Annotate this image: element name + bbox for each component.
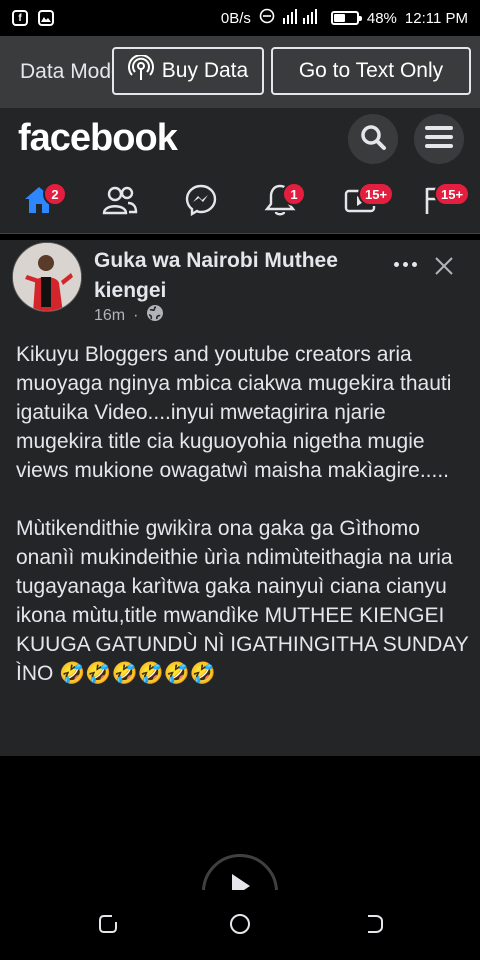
status-left: f <box>12 10 54 26</box>
post-paragraph: Kikuyu Bloggers and youtube creators ari… <box>16 343 458 482</box>
video-player[interactable] <box>0 756 480 890</box>
recent-apps-button[interactable] <box>96 912 120 936</box>
tab-home[interactable]: 2 <box>15 178 67 226</box>
messenger-icon <box>184 183 218 222</box>
feed-post: Guka wa Nairobi Muthee kiengei 16m · Kik… <box>0 240 480 756</box>
status-bar: f 0B/s 48% 12:11 PM <box>0 0 480 36</box>
post-time[interactable]: 16m <box>94 307 125 325</box>
back-button[interactable] <box>362 912 386 936</box>
facebook-icon: f <box>12 10 28 26</box>
tab-watch[interactable]: 15+ <box>336 178 395 226</box>
recent-apps-icon <box>96 915 120 940</box>
home-badge: 2 <box>43 182 67 206</box>
buy-data-button[interactable]: Buy Data <box>112 47 264 95</box>
more-dot <box>411 261 417 267</box>
tab-bar: 2 1 15+ 15+ <box>0 168 480 234</box>
menu-icon <box>425 125 453 154</box>
clock: 12:11 PM <box>404 9 468 27</box>
back-icon <box>362 915 386 940</box>
avatar[interactable] <box>12 242 82 312</box>
meta-separator: · <box>133 306 139 324</box>
text-only-button[interactable]: Go to Text Only <box>271 47 471 95</box>
more-dot <box>402 261 408 267</box>
tab-friends[interactable] <box>96 178 144 226</box>
battery-level <box>333 14 345 22</box>
search-icon <box>359 123 387 156</box>
post-paragraph: Mùtikendithie gwikìra ona gaka ga Gìthom… <box>16 517 475 685</box>
image-icon <box>38 10 54 26</box>
post-meta: 16m · <box>94 304 164 327</box>
friends-icon <box>102 185 138 220</box>
hide-post-button[interactable] <box>430 252 458 280</box>
home-circle-icon <box>228 914 252 940</box>
search-button[interactable] <box>348 114 398 164</box>
tab-marketplace[interactable]: 15+ <box>412 178 471 226</box>
battery-icon <box>330 11 362 25</box>
notifications-badge: 1 <box>282 182 306 206</box>
network-speed: 0B/s <box>220 9 251 27</box>
system-navigation-bar <box>0 890 480 960</box>
signal-icon <box>282 8 323 28</box>
buy-data-label: Buy Data <box>161 59 249 82</box>
post-author[interactable]: Guka wa Nairobi Muthee kiengei <box>94 246 384 306</box>
tab-notifications[interactable]: 1 <box>256 178 306 226</box>
more-options-button[interactable] <box>388 252 422 276</box>
marketplace-badge: 15+ <box>434 182 471 206</box>
tab-messenger[interactable] <box>177 178 225 226</box>
battery-percent: 48% <box>366 9 397 27</box>
close-icon <box>430 257 458 284</box>
home-system-button[interactable] <box>228 912 252 936</box>
dnd-icon <box>259 8 275 28</box>
data-mode-label: Data Mode <box>20 60 123 83</box>
post-body[interactable]: Kikuyu Bloggers and youtube creators ari… <box>16 340 472 717</box>
menu-button[interactable] <box>414 114 464 164</box>
app-header: facebook <box>0 108 480 168</box>
status-right: 0B/s 48% 12:11 PM <box>221 8 468 28</box>
play-icon <box>232 874 250 890</box>
globe-icon <box>146 304 164 327</box>
data-mode-banner: Data Mode Buy Data Go to Text Only <box>0 36 480 108</box>
facebook-logo[interactable]: facebook <box>18 117 178 160</box>
more-options-icon <box>393 261 399 267</box>
watch-badge: 15+ <box>358 182 395 206</box>
text-only-label: Go to Text Only <box>298 59 444 82</box>
broadcast-icon <box>127 54 154 87</box>
